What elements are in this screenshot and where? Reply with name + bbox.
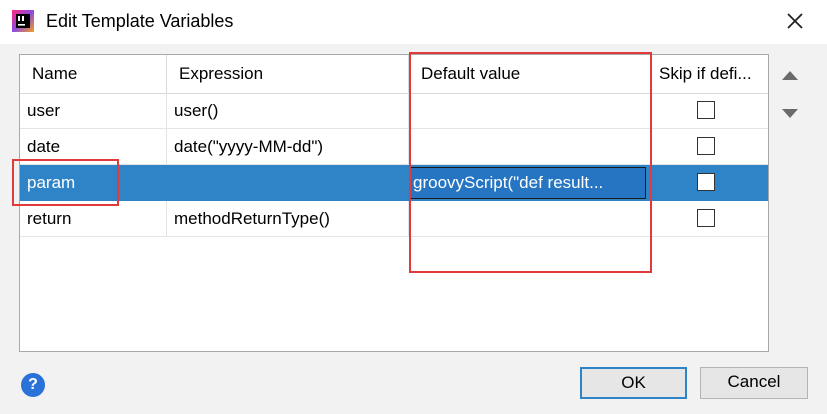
move-down-icon[interactable] [782, 109, 798, 118]
close-icon[interactable] [783, 9, 807, 33]
cell-name[interactable]: return [20, 201, 167, 237]
table-row[interactable]: date date("yyyy-MM-dd") [20, 129, 768, 165]
edit-template-variables-dialog: Edit Template Variables Name Expression … [0, 0, 827, 414]
cell-name[interactable]: date [20, 129, 167, 165]
help-icon[interactable]: ? [21, 373, 45, 397]
cell-skip [651, 129, 768, 165]
cell-skip [651, 93, 768, 129]
column-header-default-value[interactable]: Default value [409, 55, 651, 93]
column-header-skip-if-defined[interactable]: Skip if defi... [651, 55, 768, 93]
default-value-editor[interactable]: groovyScript("def result... [409, 167, 646, 199]
table-header: Name Expression Default value Skip if de… [20, 55, 768, 94]
column-header-expression[interactable]: Expression [167, 55, 409, 93]
intellij-icon [12, 10, 34, 32]
table-row[interactable]: user user() [20, 93, 768, 129]
cancel-button[interactable]: Cancel [700, 367, 808, 399]
cell-default-value[interactable] [409, 129, 651, 165]
skip-checkbox[interactable] [697, 209, 715, 227]
cell-expression[interactable]: user() [167, 93, 409, 129]
skip-checkbox[interactable] [697, 173, 715, 191]
column-header-name[interactable]: Name [20, 55, 167, 93]
cell-expression[interactable]: date("yyyy-MM-dd") [167, 129, 409, 165]
cell-name[interactable]: param [20, 165, 167, 201]
skip-checkbox[interactable] [697, 137, 715, 155]
cell-default-value[interactable] [409, 93, 651, 129]
table-row-selected[interactable]: param groovyScript("def result... [20, 165, 768, 201]
cell-expression[interactable] [167, 165, 409, 201]
skip-checkbox[interactable] [697, 101, 715, 119]
cell-expression[interactable]: methodReturnType() [167, 201, 409, 237]
cell-skip [651, 201, 768, 237]
cell-skip [651, 165, 768, 201]
move-up-icon[interactable] [782, 71, 798, 80]
cell-name[interactable]: user [20, 93, 167, 129]
ok-button[interactable]: OK [580, 367, 687, 399]
variables-table: Name Expression Default value Skip if de… [19, 54, 769, 352]
title-bar: Edit Template Variables [0, 0, 827, 44]
cell-default-value[interactable] [409, 201, 651, 237]
table-row[interactable]: return methodReturnType() [20, 201, 768, 237]
dialog-title: Edit Template Variables [46, 11, 234, 31]
